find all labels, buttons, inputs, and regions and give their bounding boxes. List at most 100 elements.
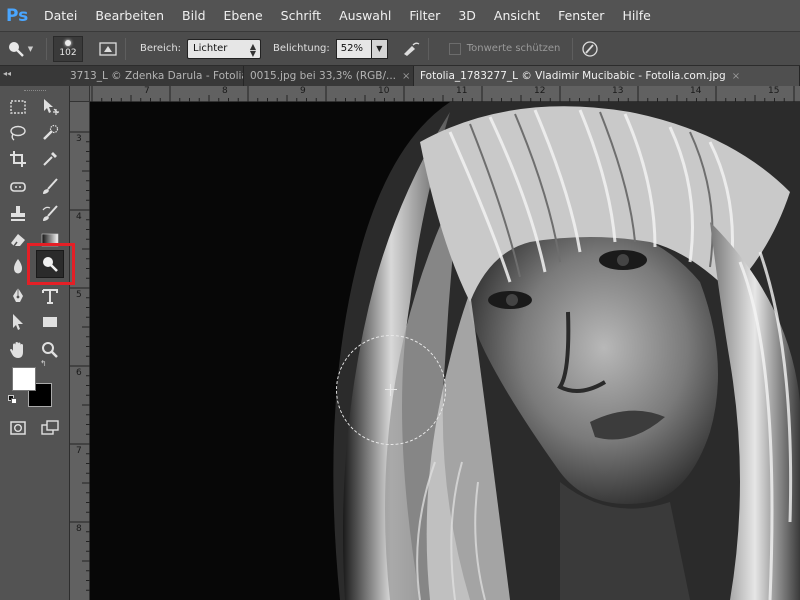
clone-stamp-icon bbox=[11, 206, 25, 221]
menu-schrift[interactable]: Schrift bbox=[281, 8, 321, 23]
type-tool[interactable] bbox=[36, 282, 64, 310]
vertical-ruler[interactable]: 3 4 5 6 7 8 bbox=[70, 102, 90, 600]
history-brush-icon bbox=[42, 205, 58, 221]
photoshop-logo: Ps bbox=[6, 5, 29, 26]
brush-panel-button[interactable] bbox=[97, 38, 119, 60]
quick-mask-button[interactable] bbox=[4, 414, 32, 442]
pen-icon bbox=[13, 288, 23, 302]
brush-icon bbox=[43, 178, 58, 194]
foreground-color-swatch[interactable] bbox=[12, 367, 36, 391]
toolbox-grip[interactable] bbox=[24, 90, 46, 92]
move-icon bbox=[44, 99, 59, 115]
menu-bearbeiten[interactable]: Bearbeiten bbox=[95, 8, 164, 23]
ruler-label: 7 bbox=[144, 86, 150, 96]
ruler-label: 13 bbox=[612, 86, 624, 96]
menu-hilfe[interactable]: Hilfe bbox=[622, 8, 650, 23]
menu-bar: Ps Datei Bearbeiten Bild Ebene Schrift A… bbox=[0, 0, 800, 32]
divider bbox=[46, 37, 47, 60]
tab-label: 3713_L © Zdenka Darula - Fotolia.com.jpg bbox=[70, 70, 243, 82]
quick-selection-tool[interactable] bbox=[36, 119, 64, 147]
crop-icon bbox=[10, 151, 26, 167]
pen-tool[interactable] bbox=[4, 282, 32, 310]
tab-document-2[interactable]: 0015.jpg bei 33,3% (RGB/... × bbox=[244, 66, 414, 86]
ruler-label: 10 bbox=[378, 86, 390, 96]
airbrush-button[interactable] bbox=[400, 38, 422, 60]
ruler-label: 12 bbox=[534, 86, 546, 96]
clone-stamp-tool[interactable] bbox=[4, 200, 32, 228]
screen-mode-button[interactable] bbox=[36, 414, 64, 442]
tab-document-1[interactable]: 3713_L © Zdenka Darula - Fotolia.com.jpg… bbox=[0, 66, 244, 86]
tab-document-3-active[interactable]: Fotolia_1783277_L © Vladimir Mucibabic -… bbox=[414, 66, 800, 86]
rectangle-shape-icon bbox=[43, 317, 57, 327]
ruler-label: 7 bbox=[76, 446, 82, 456]
document-canvas[interactable] bbox=[90, 102, 800, 600]
horizontal-ruler[interactable]: 7 8 9 10 11 12 13 14 15 bbox=[90, 86, 800, 102]
ruler-origin[interactable] bbox=[70, 86, 90, 102]
path-selection-tool[interactable] bbox=[4, 308, 32, 336]
eyedropper-icon bbox=[43, 152, 57, 166]
brush-size: 102 bbox=[59, 47, 77, 58]
move-tool[interactable] bbox=[36, 93, 64, 121]
divider bbox=[125, 37, 126, 60]
default-colors-icon[interactable] bbox=[8, 395, 18, 405]
menu-filter[interactable]: Filter bbox=[409, 8, 440, 23]
ruler-label: 9 bbox=[300, 86, 306, 96]
ruler-label: 11 bbox=[456, 86, 468, 96]
rectangular-marquee-tool[interactable] bbox=[4, 93, 32, 121]
brush-tip-icon bbox=[65, 39, 71, 46]
rectangular-marquee-icon bbox=[10, 100, 26, 114]
protect-tones-checkbox[interactable] bbox=[448, 42, 461, 55]
brush-tool[interactable] bbox=[36, 173, 64, 201]
history-brush-tool[interactable] bbox=[36, 200, 64, 228]
dodge-tool-highlight bbox=[27, 243, 75, 285]
crop-tool[interactable] bbox=[4, 145, 32, 173]
menu-ebene[interactable]: Ebene bbox=[224, 8, 263, 23]
ruler-label: 8 bbox=[76, 524, 82, 534]
blur-icon bbox=[14, 259, 22, 274]
collapse-panel-icon[interactable]: ◂◂ bbox=[3, 69, 11, 78]
path-selection-icon bbox=[13, 314, 23, 330]
crosshair-icon bbox=[385, 384, 397, 396]
lasso-tool[interactable] bbox=[4, 119, 32, 147]
exposure-field[interactable]: 52% bbox=[335, 38, 372, 59]
portrait-photo bbox=[90, 102, 800, 600]
chevron-updown-icon: ▲ ▼ bbox=[249, 41, 257, 58]
menu-fenster[interactable]: Fenster bbox=[558, 8, 604, 23]
ruler-label: 14 bbox=[690, 86, 702, 96]
menu-bild[interactable]: Bild bbox=[182, 8, 205, 23]
options-bar: ▼ 102 Bereich: Lichter ▲ ▼ Belichtung: 52… bbox=[0, 32, 800, 66]
ruler-label: 8 bbox=[222, 86, 228, 96]
menu-auswahl[interactable]: Auswahl bbox=[339, 8, 391, 23]
brush-panel-icon bbox=[99, 41, 117, 56]
brush-preset-picker[interactable]: 102 bbox=[53, 35, 83, 62]
screen-mode-icon bbox=[41, 420, 59, 435]
close-icon[interactable]: × bbox=[732, 71, 740, 82]
ruler-label: 15 bbox=[768, 86, 780, 96]
divider bbox=[572, 37, 574, 60]
menu-3d[interactable]: 3D bbox=[458, 8, 476, 23]
tool-preset-picker[interactable]: ▼ bbox=[0, 32, 40, 66]
airbrush-icon bbox=[403, 42, 420, 56]
spot-healing-tool[interactable] bbox=[4, 173, 32, 201]
close-icon[interactable]: × bbox=[402, 71, 410, 82]
document-tab-bar: ◂◂ 3713_L © Zdenka Darula - Fotolia.com.… bbox=[0, 66, 800, 86]
tab-label: 0015.jpg bei 33,3% (RGB/... bbox=[250, 70, 397, 82]
range-select[interactable]: Lichter ▲ ▼ bbox=[187, 38, 262, 59]
zoom-icon bbox=[42, 342, 58, 358]
dodge-tool-icon bbox=[8, 41, 24, 57]
exposure-slider-button[interactable]: ▼ bbox=[371, 38, 388, 59]
divider bbox=[427, 37, 429, 60]
hand-tool[interactable] bbox=[4, 336, 32, 364]
menu-datei[interactable]: Datei bbox=[44, 8, 77, 23]
eraser-icon bbox=[11, 234, 25, 247]
ruler-label: 5 bbox=[76, 290, 82, 300]
swap-colors-icon[interactable]: ↰ bbox=[40, 359, 47, 368]
ruler-label: 6 bbox=[76, 368, 82, 378]
menu-ansicht[interactable]: Ansicht bbox=[494, 8, 540, 23]
type-icon bbox=[42, 289, 58, 304]
pressure-size-button[interactable] bbox=[579, 38, 601, 60]
ruler-label: 3 bbox=[76, 134, 82, 144]
eyedropper-tool[interactable] bbox=[36, 145, 64, 173]
rectangle-shape-tool[interactable] bbox=[36, 308, 64, 336]
range-label: Bereich: bbox=[140, 43, 182, 54]
